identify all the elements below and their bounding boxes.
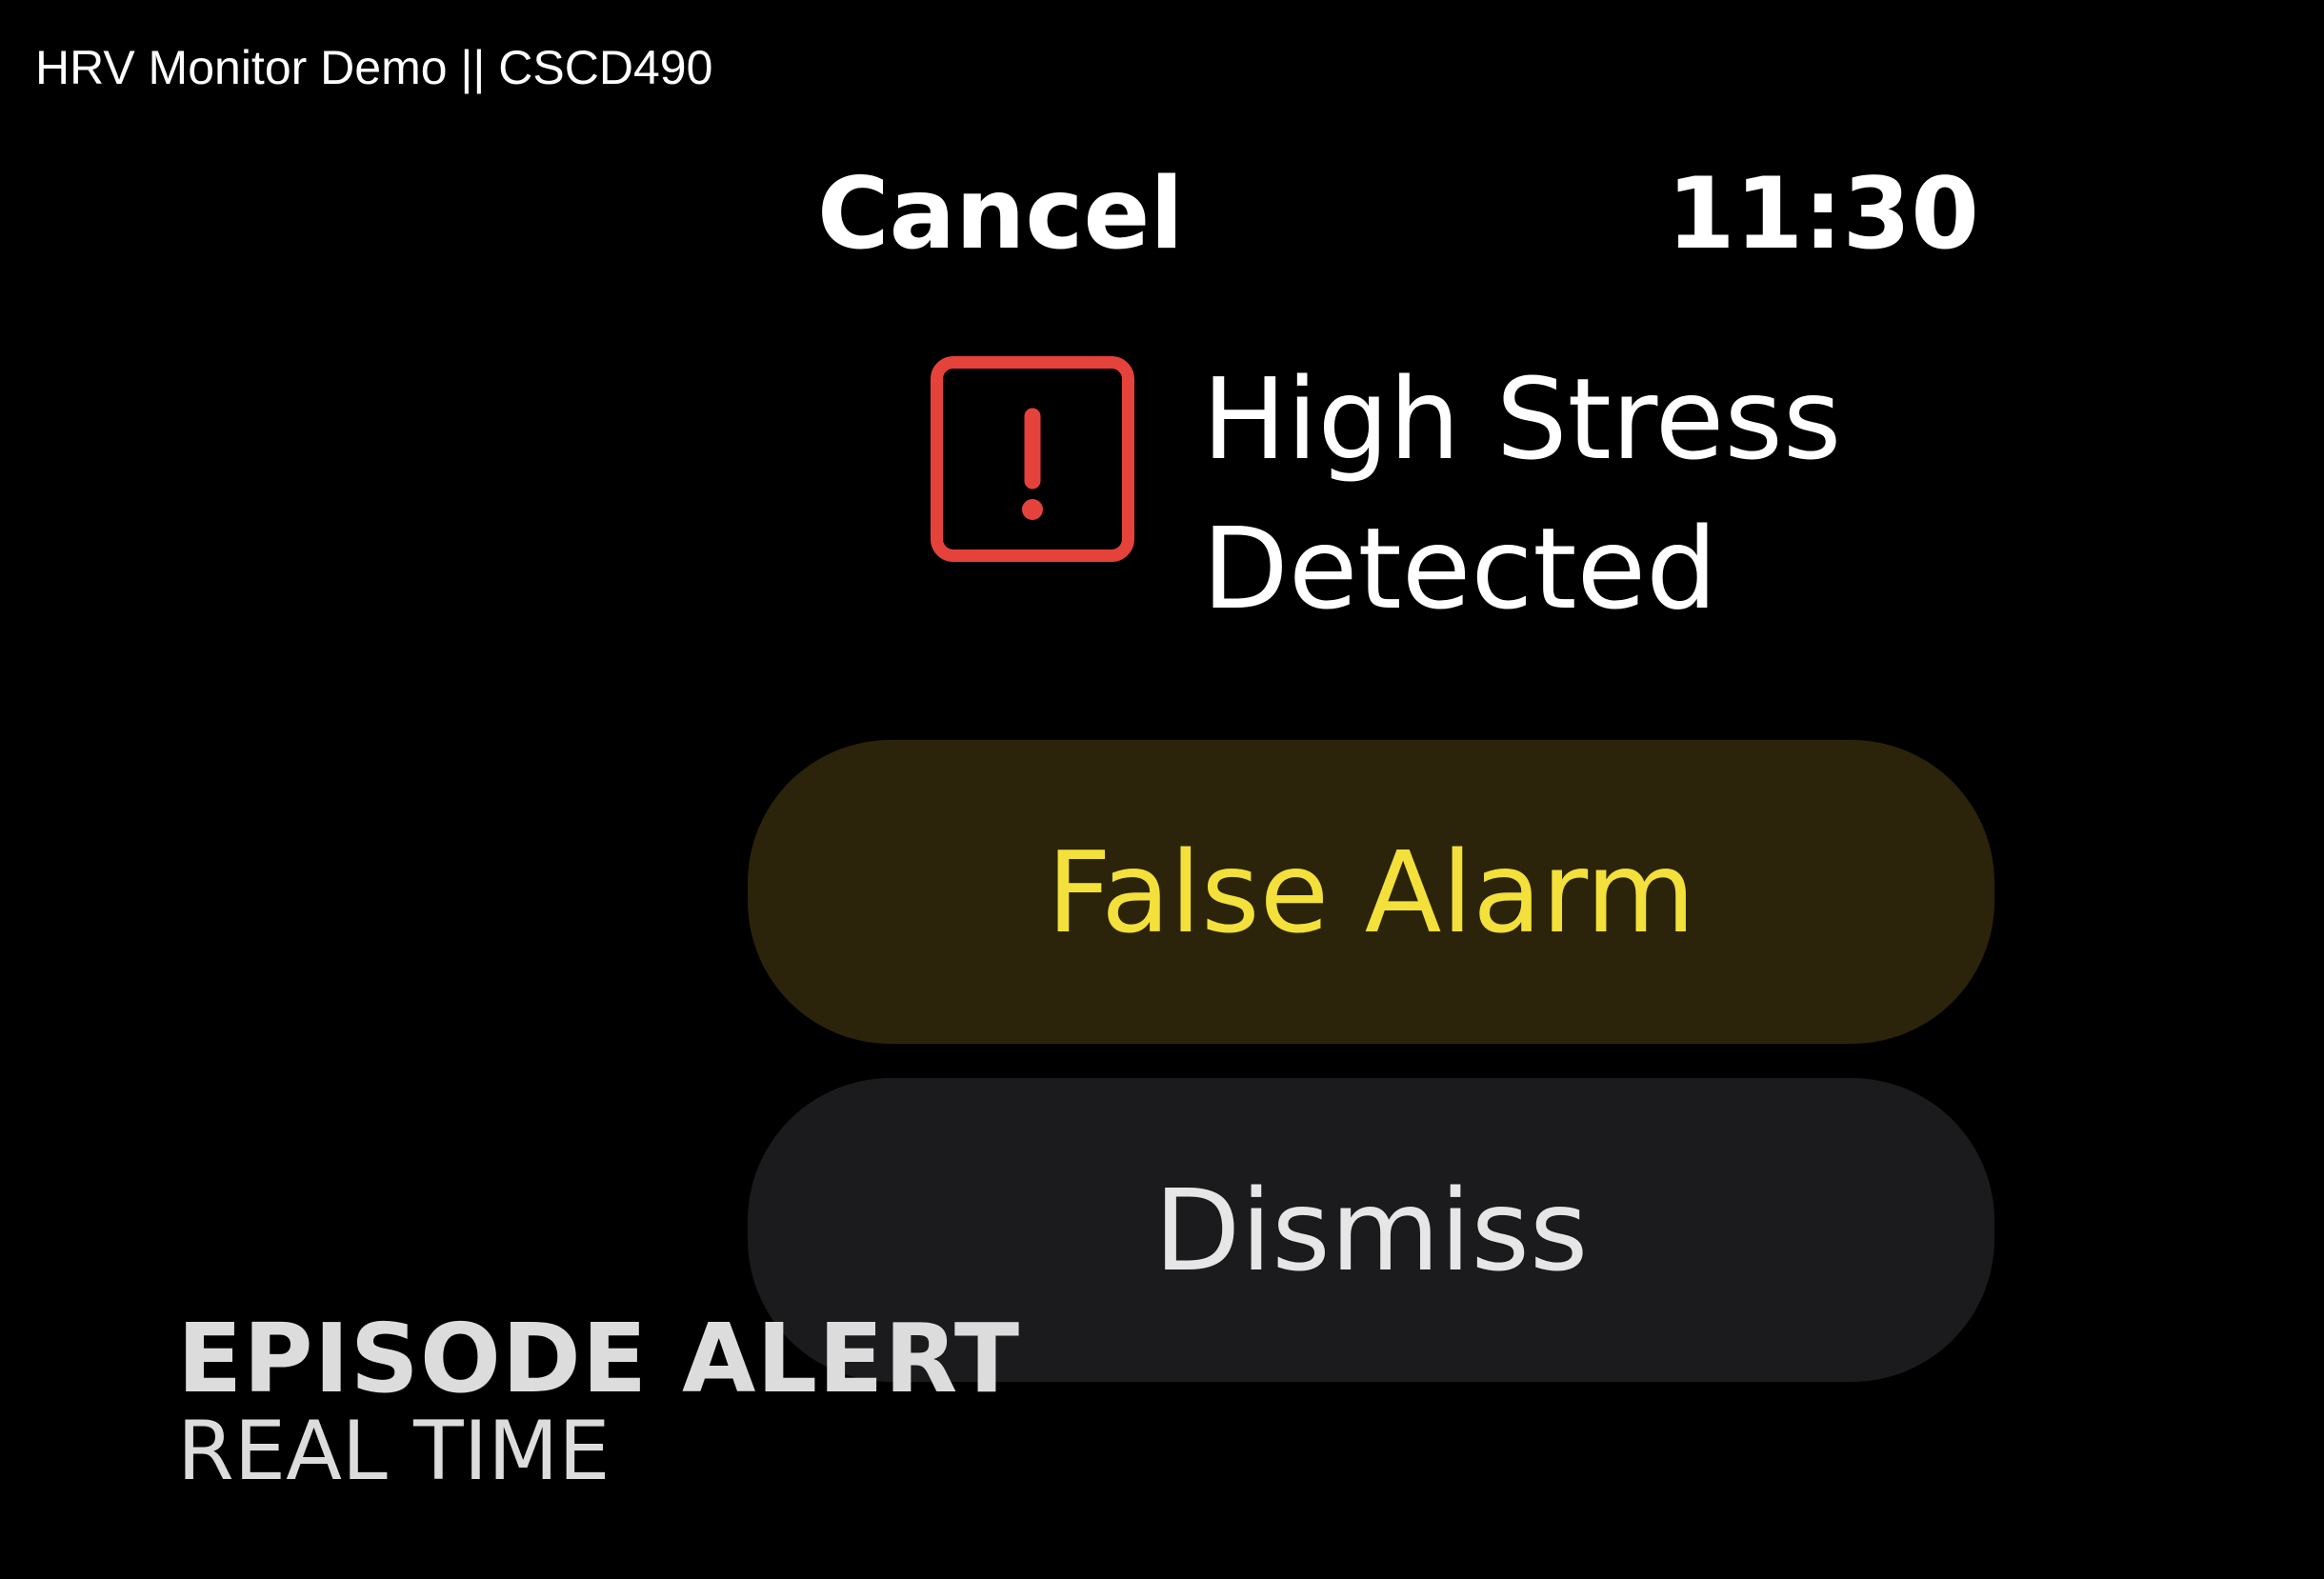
dismiss-label: Dismiss [1153,1164,1589,1296]
false-alarm-button[interactable]: False Alarm [748,740,1994,1044]
alert-title: High Stress Detected [1202,345,1841,644]
caption-title: EPISODE ALERT [177,1303,1021,1414]
alert-title-line1: High Stress [1202,353,1842,485]
video-caption: EPISODE ALERT REAL TIME [177,1303,1021,1499]
caption-subtitle: REAL TIME [177,1404,611,1499]
video-title: HRV Monitor Demo || CSCD490 [35,41,713,94]
exclamation-icon [931,356,1134,562]
alert-title-line2: Detected [1202,503,1717,634]
cancel-button[interactable]: Cancel [817,152,1184,276]
false-alarm-label: False Alarm [1047,826,1695,958]
clock-time: 11:30 [1667,157,1979,271]
